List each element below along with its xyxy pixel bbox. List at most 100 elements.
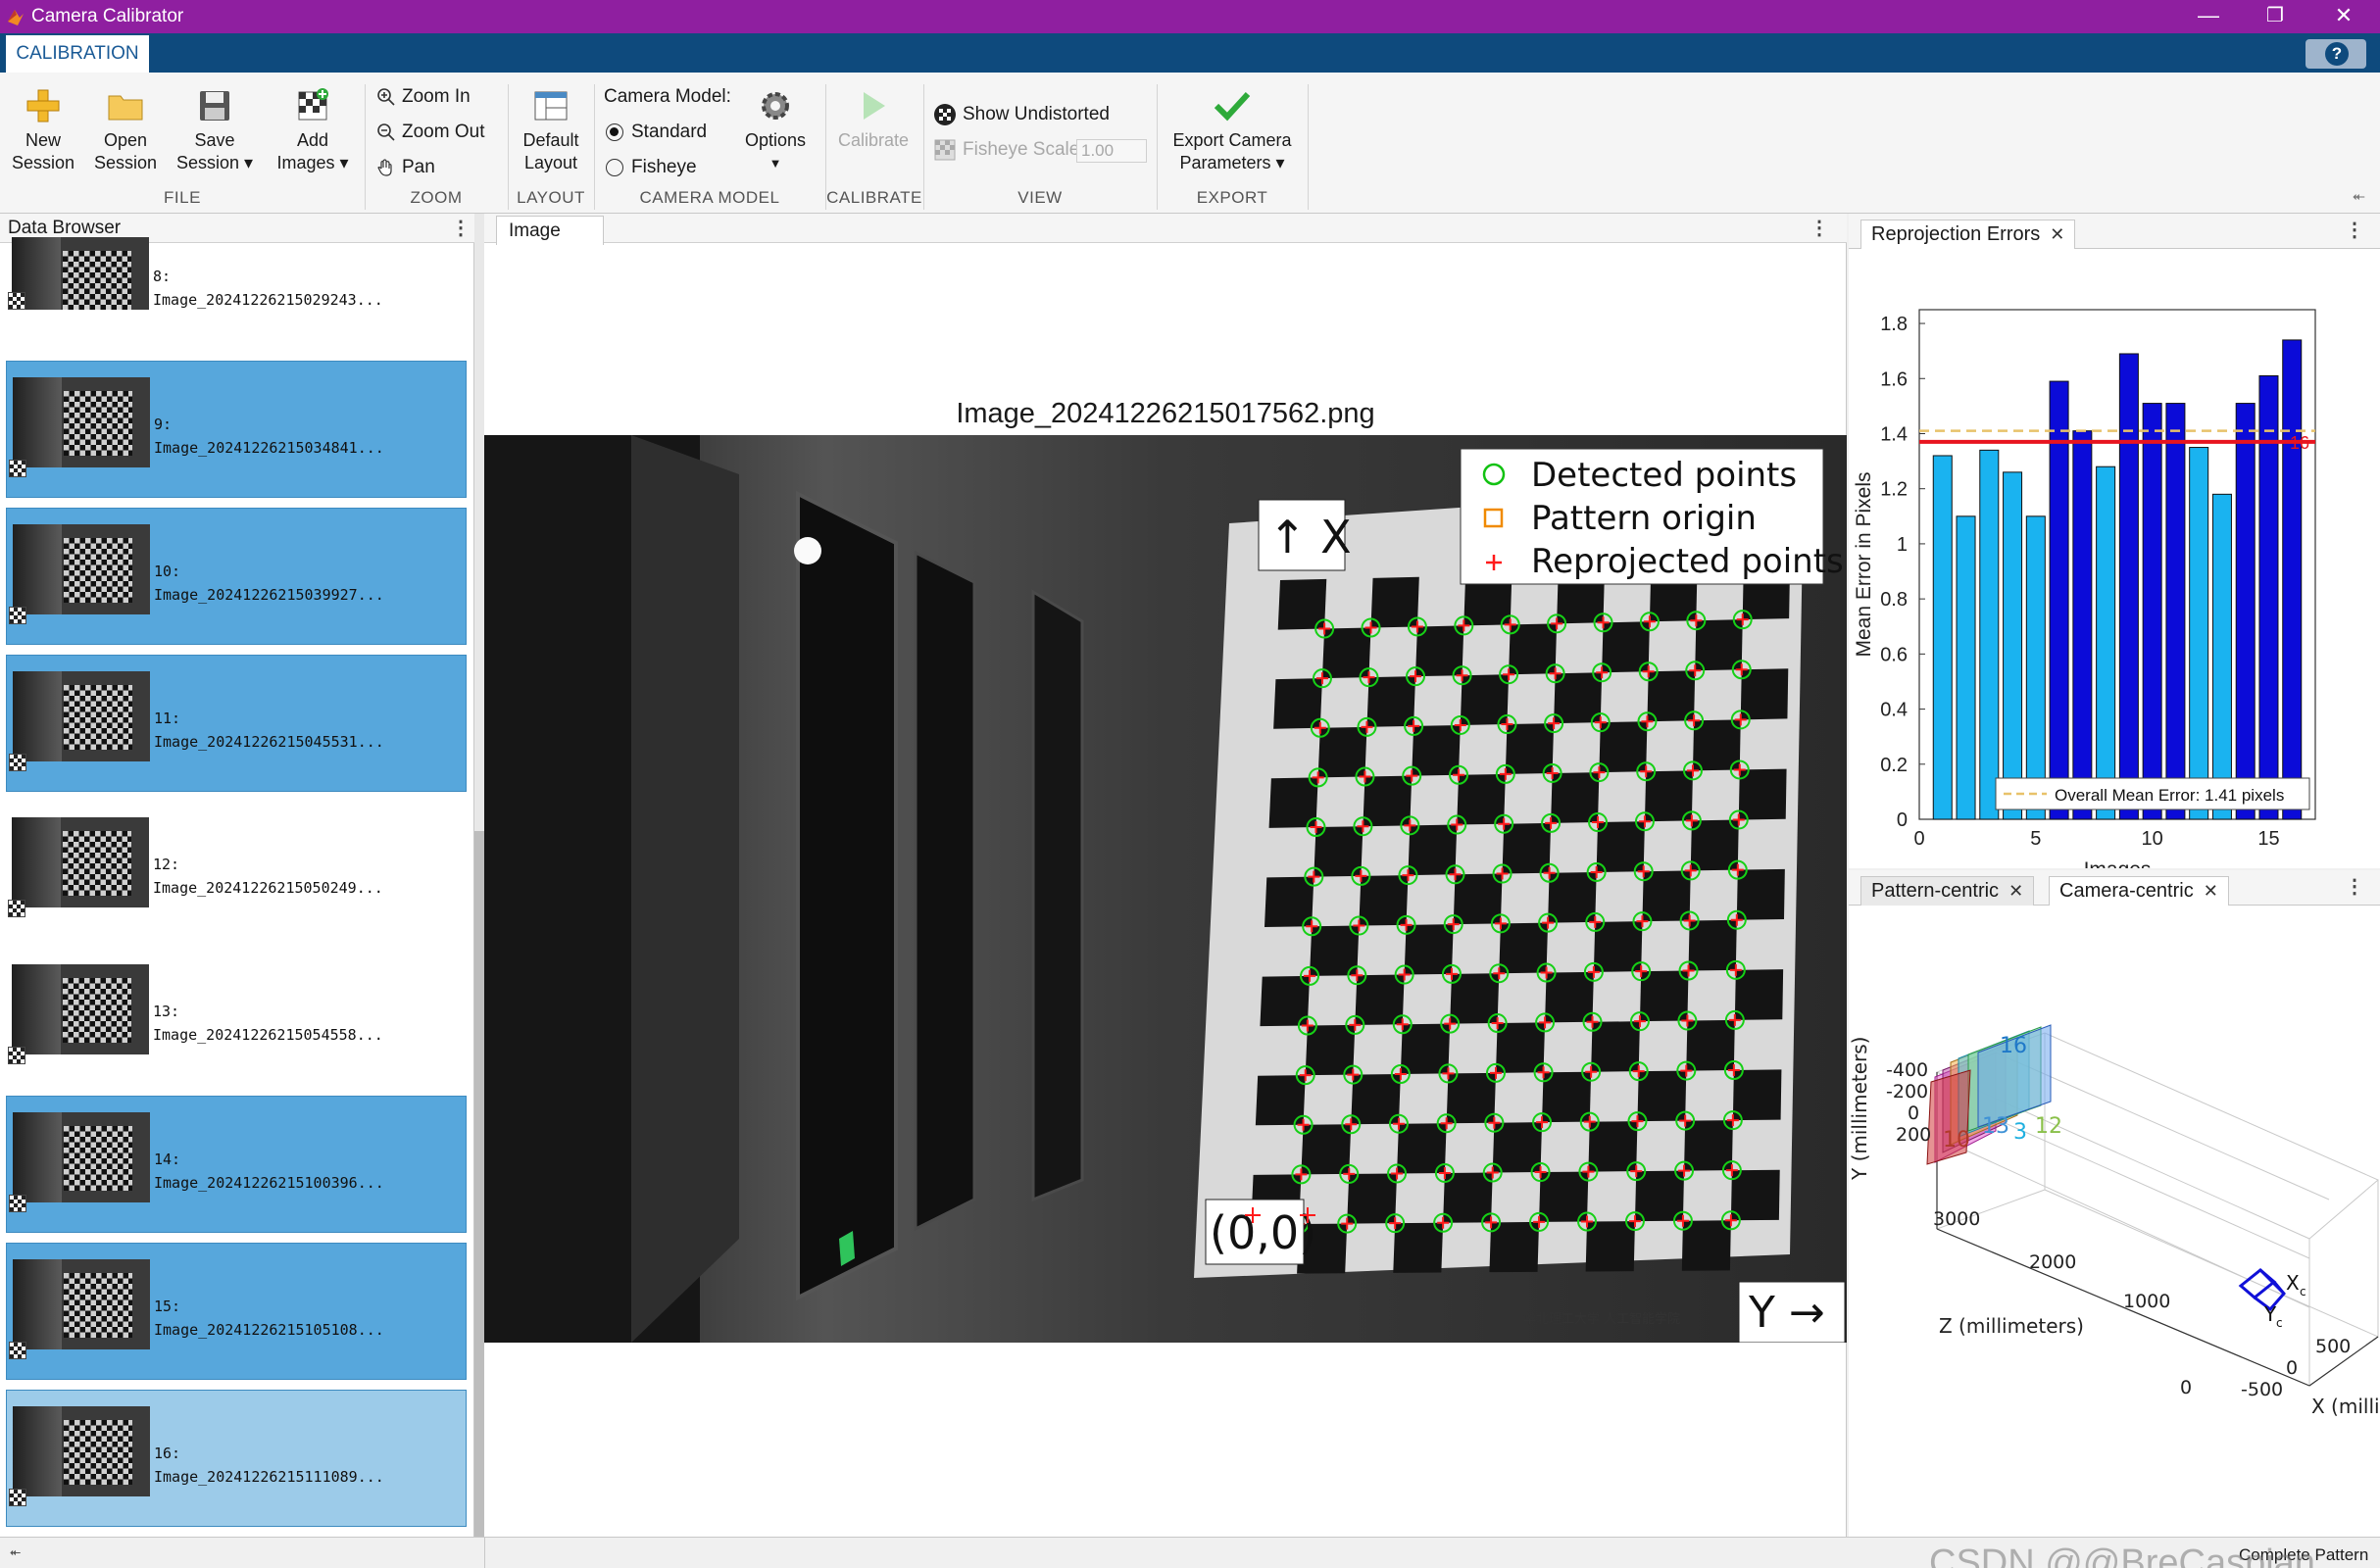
list-item[interactable]: 10: Image_20241226215039927... — [6, 508, 467, 645]
camera-y-subscript: c — [2276, 1316, 2283, 1330]
open-session-label-2: Session — [93, 153, 158, 172]
list-item-label: 12: Image_20241226215050249... — [153, 856, 383, 897]
extrinsics-panel-header: Pattern-centric ✕ Camera-centric ✕ ⋮ — [1849, 870, 2380, 906]
pattern-label: 13 — [1982, 1114, 2009, 1139]
camera-x-label: X — [2286, 1271, 2300, 1295]
extrinsics-3d-plot[interactable]: 16 12 13 10 3 X c Y c -400 -200 0 200 Y … — [1849, 906, 2380, 1537]
close-tab-icon[interactable]: ✕ — [2050, 224, 2064, 244]
panel-menu-icon[interactable]: ⋮ — [1810, 216, 1829, 240]
standard-label: Standard — [631, 122, 708, 142]
default-layout-button[interactable]: Default Layout — [512, 86, 590, 174]
options-label: Options — [744, 130, 807, 150]
save-session-label-2: Session ▾ — [175, 153, 254, 172]
list-item[interactable]: 16: Image_20241226215111089... — [6, 1390, 467, 1527]
reprojection-error-chart[interactable]: 0 0.2 0.4 0.6 0.8 1 1.2 1.4 1.6 1.8 0 5 10 15 16 Overal… — [1849, 251, 2380, 868]
open-session-button[interactable]: Open Session — [86, 86, 165, 174]
scrollbar-thumb[interactable] — [474, 831, 484, 1537]
fisheye-scale-icon — [934, 139, 956, 161]
collapse-toolstrip-icon[interactable]: ⯬ — [2353, 188, 2365, 206]
panel-menu-icon[interactable]: ⋮ — [2345, 874, 2364, 899]
collapse-left-icon[interactable]: ⯬ — [10, 1544, 21, 1560]
zoom-in-button[interactable]: Zoom In — [376, 84, 471, 110]
zoom-in-label: Zoom In — [402, 86, 471, 107]
fisheye-radio[interactable]: Fisheye — [606, 155, 697, 180]
tab-reprojection-errors[interactable]: Reprojection Errors ✕ — [1860, 220, 2076, 249]
open-session-label-1: Open — [103, 130, 148, 150]
pan-button[interactable]: Pan — [376, 155, 435, 180]
tab-camera-centric[interactable]: Camera-centric ✕ — [2049, 876, 2229, 906]
add-images-label-2: Images ▾ — [276, 153, 349, 172]
image-thumbnail — [13, 1112, 150, 1202]
save-session-label-1: Save — [194, 130, 235, 150]
list-item[interactable]: 12: Image_20241226215050249... — [6, 802, 467, 939]
checkerboard-icon — [8, 1047, 25, 1064]
axis-y-label: Y → — [1748, 1288, 1825, 1338]
fisheye-scale-control[interactable]: Fisheye Scale — [933, 137, 1079, 163]
help-button[interactable]: ? — [2306, 39, 2366, 69]
undistort-icon — [934, 103, 956, 125]
zoom-out-button[interactable]: Zoom Out — [376, 120, 484, 145]
pattern-label: 16 — [2000, 1034, 2027, 1058]
y-tick-label: 0.2 — [1880, 755, 1908, 776]
save-session-button[interactable]: Save Session ▾ — [173, 86, 257, 174]
list-item[interactable]: 13: Image_20241226215054558... — [6, 949, 467, 1086]
calibration-image[interactable]: 华北理工大学 人工智能学院 ↑ X Y → (0,0) Detected poi… — [484, 435, 1847, 1343]
error-bar — [2025, 515, 2046, 820]
y-tick: 200 — [1896, 1124, 1931, 1146]
image-thumbnail — [12, 237, 149, 310]
image-panel-header: Image ⋮ — [484, 214, 1847, 245]
close-tab-icon[interactable]: ✕ — [2204, 881, 2218, 901]
show-undistorted-button[interactable]: Show Undistorted — [933, 102, 1110, 127]
calibrate-button[interactable]: Calibrate — [831, 86, 916, 152]
legend-origin: Pattern origin — [1531, 499, 1757, 538]
list-item-label: 9: Image_20241226215034841... — [154, 416, 384, 457]
export-camera-parameters-button[interactable]: Export Camera Parameters ▾ — [1161, 86, 1304, 174]
pan-hand-icon — [377, 159, 392, 176]
new-session-button[interactable]: New Session — [4, 86, 82, 174]
list-item-label: 11: Image_20241226215045531... — [154, 710, 384, 751]
extrinsics-panel: Pattern-centric ✕ Camera-centric ✕ ⋮ 16 … — [1849, 870, 2380, 1537]
watermark: CSDN @@BreCaspian — [1929, 1543, 2315, 1568]
list-item[interactable]: 14: Image_20241226215100396... — [6, 1096, 467, 1233]
image-thumbnail — [13, 1259, 150, 1349]
add-images-button[interactable]: Add Images ▾ — [269, 86, 357, 174]
options-button[interactable]: Options ▼ — [733, 86, 818, 174]
image-legend: Detected points Pattern origin Reproject… — [1460, 448, 1844, 585]
list-item-label: 8: Image_20241226215029243... — [153, 268, 383, 309]
list-item[interactable]: 15: Image_20241226215105108... — [6, 1243, 467, 1380]
toolstrip: New Session Open Session Save Session ▾ … — [0, 73, 2380, 214]
minimize-button[interactable]: — — [2174, 0, 2243, 33]
standard-radio[interactable]: Standard — [606, 120, 707, 145]
close-button[interactable]: ✕ — [2309, 0, 2378, 33]
y-tick-label: 1.2 — [1880, 479, 1908, 501]
checkerboard-icon — [9, 1489, 26, 1506]
tab-calibration[interactable]: CALIBRATION — [6, 35, 149, 73]
axis-x-label: ↑ X — [1268, 511, 1352, 564]
title-bar: Camera Calibrator — ❐ ✕ — [0, 0, 2380, 33]
list-item[interactable]: 8: Image_20241226215029243... — [6, 194, 467, 331]
restore-button[interactable]: ❐ — [2241, 0, 2309, 33]
error-bar — [2118, 353, 2139, 820]
tab-pattern-centric[interactable]: Pattern-centric ✕ — [1860, 876, 2035, 906]
play-icon — [864, 92, 885, 120]
fisheye-scale-input[interactable]: 1.00 — [1076, 139, 1147, 163]
group-label-layout: LAYOUT — [517, 188, 585, 207]
panel-menu-icon[interactable]: ⋮ — [2345, 218, 2364, 242]
legend-reprojected: Reprojected points — [1531, 542, 1844, 581]
add-images-icon — [298, 88, 328, 121]
help-icon: ? — [2325, 42, 2349, 66]
list-item[interactable]: 11: Image_20241226215045531... — [6, 655, 467, 792]
tab-image[interactable]: Image — [496, 216, 604, 245]
pattern-label: 10 — [1943, 1128, 1970, 1152]
list-item[interactable]: 9: Image_20241226215034841... — [6, 361, 467, 498]
group-label-view: VIEW — [1017, 188, 1063, 207]
checkerboard-icon — [9, 460, 26, 477]
image-thumbnail — [13, 377, 150, 467]
export-label-2: Parameters ▾ — [1179, 153, 1285, 172]
image-thumbnail — [13, 1406, 150, 1496]
list-item-label: 16: Image_20241226215111089... — [154, 1445, 384, 1486]
error-bar — [2072, 430, 2093, 820]
close-tab-icon[interactable]: ✕ — [2008, 881, 2023, 901]
radio-unchecked-icon — [606, 158, 623, 176]
app-window: Camera Calibrator — ❐ ✕ CALIBRATION ? Ne… — [0, 0, 2380, 1568]
